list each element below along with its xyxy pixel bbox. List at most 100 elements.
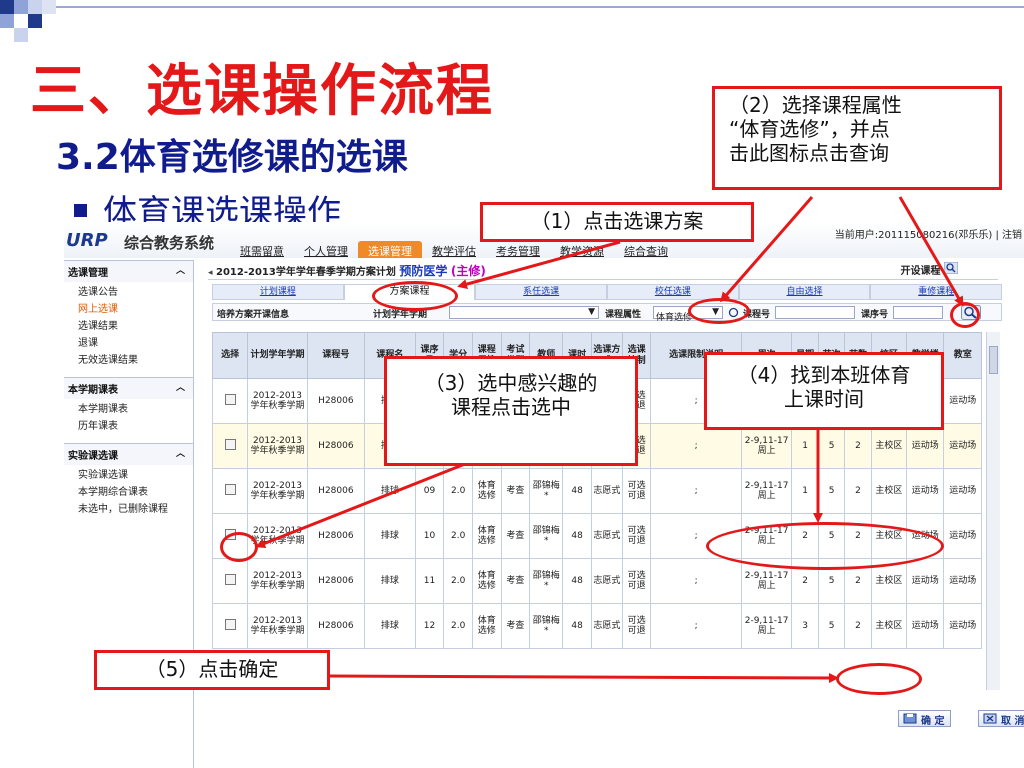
- table-cell: 2.0: [443, 468, 473, 514]
- nav-item[interactable]: 考务管理: [486, 241, 550, 258]
- table-cell: 志愿式: [590, 558, 623, 604]
- scrollbar-thumb[interactable]: [989, 346, 998, 374]
- collapse-arrow-icon[interactable]: ◂: [208, 268, 213, 278]
- table-scrollbar[interactable]: [986, 332, 1000, 690]
- select-cell[interactable]: [211, 423, 249, 469]
- select-cell[interactable]: [211, 558, 249, 604]
- nav-item[interactable]: 班需留意: [230, 241, 294, 258]
- system-name: 综合教务系统: [124, 234, 215, 252]
- sidebar: 选课管理 ︿ 选课公告 网上选课 选课结果 退课 无效选课结果本学期课表 ︿ 本学期课表 历年课表…: [64, 260, 194, 768]
- sidebar-group[interactable]: 实验课选课 ︿: [64, 443, 193, 465]
- table-cell: 考查: [500, 558, 531, 604]
- cancel-icon: [983, 713, 997, 724]
- highlight-ring-attr-select: [688, 298, 750, 324]
- save-icon: [903, 713, 917, 724]
- column-header: 选择: [211, 332, 249, 379]
- sub-tab[interactable]: 系任选课: [475, 284, 608, 300]
- table-cell: 09: [414, 468, 445, 514]
- sidebar-item[interactable]: 无效选课结果: [64, 350, 193, 367]
- user-info[interactable]: 当前用户:201115080216(邓乐乐) | 注销: [835, 226, 1022, 241]
- table-cell: 体育选修: [471, 558, 502, 604]
- nav-item[interactable]: 选课管理: [358, 241, 422, 258]
- table-cell: 主校区: [870, 423, 907, 469]
- select-cell[interactable]: [211, 603, 249, 649]
- sidebar-item[interactable]: 选课结果: [64, 316, 193, 333]
- sidebar-item[interactable]: 历年课表: [64, 416, 193, 433]
- table-cell: 邵锦梅*: [529, 513, 564, 559]
- table-cell: 12: [414, 603, 445, 649]
- highlight-ring-search: [950, 302, 980, 328]
- deco-square: [14, 28, 28, 42]
- open-courses-label[interactable]: 开设课程: [901, 262, 958, 277]
- sidebar-group[interactable]: 选课管理 ︿: [64, 260, 193, 282]
- table-cell: 2012-2013学年秋季学期: [247, 558, 308, 604]
- highlight-ring-confirm: [836, 663, 922, 695]
- sidebar-item[interactable]: 本学期综合课表: [64, 482, 193, 499]
- sidebar-item[interactable]: 未选中，已删除课程: [64, 499, 193, 516]
- breadcrumb-plan: 2012-2013学年学年春季学期方案计划: [216, 267, 396, 278]
- table-cell: 邵锦梅*: [529, 603, 564, 649]
- table-cell: 48: [562, 603, 592, 649]
- select-checkbox[interactable]: [224, 394, 236, 405]
- chevron-up-icon[interactable]: ︿: [176, 446, 185, 459]
- filter-bar: 培养方案开课信息 计划学年学期 ▼ 课程属性 体育选修 ▼ 课程号 课序号: [212, 303, 1002, 323]
- table-cell: 10: [414, 513, 445, 559]
- sub-tab[interactable]: 重修课程: [870, 284, 1003, 300]
- select-checkbox[interactable]: [224, 439, 236, 450]
- sub-tabs: 计划课程 方案课程 系任选课 校任选课 自由选择 重修课程: [212, 284, 1003, 300]
- cancel-button[interactable]: 取 消: [978, 710, 1024, 727]
- select-checkbox[interactable]: [224, 574, 236, 585]
- sidebar-item[interactable]: 本学期课表: [64, 399, 193, 416]
- nav-item[interactable]: 教学资源: [550, 241, 614, 258]
- chevron-up-icon[interactable]: ︿: [176, 263, 185, 276]
- table-cell: 考查: [500, 603, 531, 649]
- table-cell: 5: [817, 603, 846, 649]
- table-cell: 排球: [364, 513, 416, 559]
- table-cell: 2012-2013学年秋季学期: [247, 423, 308, 469]
- callout-step2: （2）选择课程属性 “体育选修”，并点 击此图标点击查询: [712, 86, 1002, 190]
- table-cell: 运动场: [905, 603, 945, 649]
- table-cell: 48: [562, 558, 592, 604]
- table-cell: 2: [844, 603, 872, 649]
- nav-item[interactable]: 个人管理: [294, 241, 358, 258]
- confirm-button[interactable]: 确 定: [898, 710, 952, 727]
- chevron-up-icon[interactable]: ︿: [176, 380, 185, 393]
- sub-tab[interactable]: 计划课程: [212, 284, 344, 300]
- nav-item[interactable]: 教学评估: [422, 241, 486, 258]
- sidebar-group[interactable]: 本学期课表 ︿: [64, 377, 193, 399]
- table-cell: 可选可退: [621, 603, 652, 649]
- table-cell: 2-9,11-17周上: [740, 468, 793, 514]
- table-cell: 运动场: [943, 378, 982, 424]
- table-cell: 2.0: [443, 603, 473, 649]
- table-cell: 运动场: [905, 468, 945, 514]
- table-cell: 主校区: [870, 603, 907, 649]
- deco-square: [14, 0, 28, 14]
- table-cell: 可选可退: [621, 513, 652, 559]
- section-number-input[interactable]: [893, 306, 943, 319]
- table-cell: 2-9,11-17周上: [740, 603, 793, 649]
- select-checkbox[interactable]: [224, 484, 236, 495]
- table-cell: 体育选修: [471, 468, 502, 514]
- table-cell: 志愿式: [590, 603, 623, 649]
- select-cell[interactable]: [211, 468, 249, 514]
- select-checkbox[interactable]: [224, 619, 236, 630]
- sidebar-item[interactable]: 退课: [64, 333, 193, 350]
- select-cell[interactable]: [211, 378, 249, 424]
- sub-tab[interactable]: 自由选择: [738, 284, 871, 300]
- table-row: 2012-2013学年秋季学期 H28006 排球 12 2.0 体育选修 考查 邵锦梅* 48…: [211, 603, 982, 649]
- sidebar-item[interactable]: 选课公告: [64, 282, 193, 299]
- table-cell: 考查: [500, 468, 531, 514]
- table-cell: 可选可退: [621, 468, 652, 514]
- term-select[interactable]: ▼: [449, 306, 599, 319]
- table-cell: H28006: [306, 513, 366, 559]
- slide-title: 三、选课操作流程: [30, 58, 494, 124]
- sidebar-item[interactable]: 网上选课: [64, 299, 193, 316]
- sidebar-item[interactable]: 实验课选课: [64, 465, 193, 482]
- table-cell: 体育选修: [471, 603, 502, 649]
- table-cell: 邵锦梅*: [529, 558, 564, 604]
- slide-subtitle: 3.2体育选修课的选课: [56, 137, 408, 178]
- nav-item[interactable]: 综合查询: [614, 241, 678, 258]
- course-number-input[interactable]: [775, 306, 855, 319]
- column-header: 计划学年学期: [247, 332, 308, 379]
- table-cell: 2012-2013学年秋季学期: [247, 603, 308, 649]
